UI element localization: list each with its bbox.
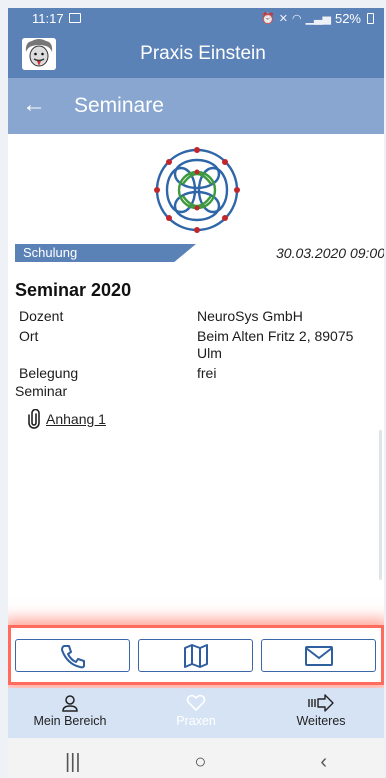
category-tag: Schulung <box>15 244 196 262</box>
app-title: Praxis Einstein <box>140 43 266 64</box>
back-arrow-icon[interactable]: ← <box>22 91 52 119</box>
mail-icon <box>304 645 333 666</box>
sub-header: ← Seminare <box>8 78 384 134</box>
back-button[interactable]: ‹ <box>320 751 327 774</box>
event-datetime: 30.03.2020 09:00 <box>276 245 384 261</box>
map-button[interactable] <box>138 639 253 672</box>
alarm-icon: ⏰ <box>261 13 275 25</box>
system-nav-bar: ||| ○ ‹ <box>8 738 384 778</box>
battery-label: 52% <box>334 11 361 26</box>
detail-row-belegung: Belegung frei <box>19 365 369 382</box>
attachment-link[interactable]: Anhang 1 <box>28 409 106 429</box>
event-detail: Schulung 30.03.2020 09:00 Seminar 2020 D… <box>8 134 384 614</box>
email-button[interactable] <box>261 639 376 672</box>
battery-icon <box>367 13 374 24</box>
event-details: Dozent NeuroSys GmbH Ort Beim Alten Frit… <box>19 308 369 385</box>
attachment-label[interactable]: Anhang 1 <box>46 411 106 427</box>
mute-icon: ✕ <box>278 13 288 25</box>
call-button[interactable] <box>15 639 130 672</box>
seminar-emblem-icon <box>154 147 240 233</box>
detail-row-dozent: Dozent NeuroSys GmbH <box>19 308 369 325</box>
detail-row-ort: Ort Beim Alten Fritz 2, 89075 Ulm <box>19 328 369 362</box>
nav-mein-bereich[interactable]: Mein Bereich <box>10 692 130 728</box>
map-icon <box>183 643 208 668</box>
detail-value: NeuroSys GmbH <box>197 308 303 324</box>
heart-icon <box>186 694 206 712</box>
more-arrow-icon <box>308 694 334 712</box>
phone-screen: 11:17 ⏰ ✕ ◠ ▁▃▅ 52% Praxis Einstein ← Se… <box>8 8 384 778</box>
nav-weiteres[interactable]: Weiteres <box>261 692 381 728</box>
nav-label: Mein Bereich <box>33 714 107 728</box>
phone-icon <box>60 644 85 668</box>
wifi-icon: ◠ <box>291 13 302 25</box>
detail-value: frei <box>197 365 217 381</box>
status-bar: 11:17 ⏰ ✕ ◠ ▁▃▅ 52% <box>8 8 384 30</box>
person-icon <box>62 695 78 712</box>
bottom-nav: Mein Bereich Praxen Weiteres <box>8 688 384 738</box>
page-title: Seminare <box>74 94 164 117</box>
contact-actions-bar <box>8 625 384 685</box>
screenshot-icon <box>69 13 81 23</box>
nav-praxen[interactable]: Praxen <box>136 692 256 728</box>
detail-label: Belegung <box>19 365 79 381</box>
scrollbar[interactable] <box>379 430 382 580</box>
recents-button[interactable]: ||| <box>65 751 81 774</box>
section-label: Seminar <box>15 383 68 399</box>
app-bar: Praxis Einstein <box>8 30 384 78</box>
signal-icon: ▁▃▅ <box>305 13 331 25</box>
detail-label: Ort <box>19 328 39 344</box>
status-icons: ⏰ ✕ ◠ ▁▃▅ 52% <box>261 11 374 26</box>
nav-label: Praxen <box>176 714 216 728</box>
home-button[interactable]: ○ <box>194 751 206 774</box>
nav-label: Weiteres <box>296 714 346 728</box>
category-row: Schulung 30.03.2020 09:00 <box>15 244 384 262</box>
status-time: 11:17 <box>32 11 64 26</box>
detail-label: Dozent <box>19 308 64 324</box>
detail-value: Beim Alten Fritz 2, 89075 Ulm <box>197 328 354 361</box>
paperclip-icon <box>28 409 40 429</box>
event-title: Seminar 2020 <box>15 280 132 300</box>
